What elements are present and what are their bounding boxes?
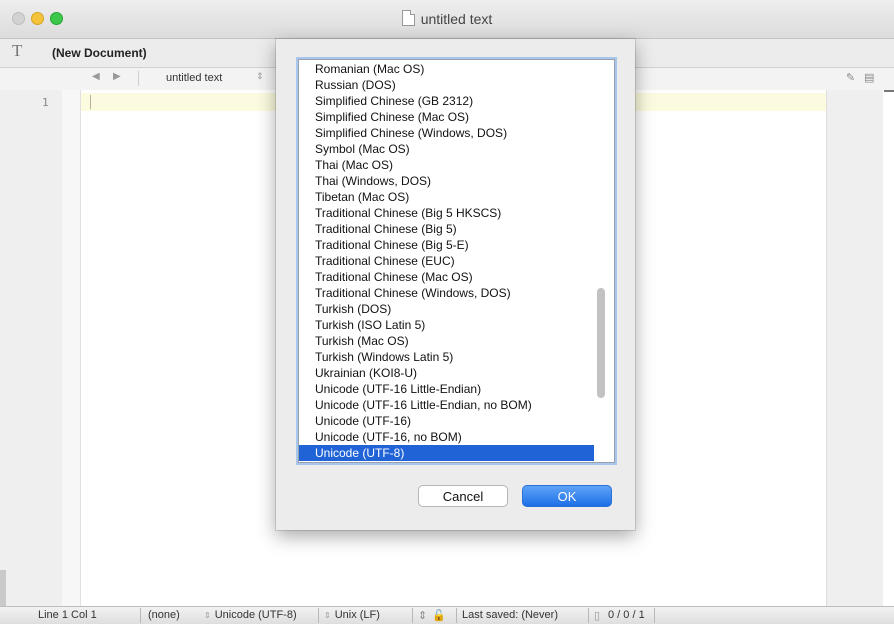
chevron-updown-icon[interactable]: ⇕ [418,609,427,622]
encoding-list-item[interactable]: Traditional Chinese (Big 5) [299,221,594,237]
cancel-button[interactable]: Cancel [418,485,508,507]
encoding-list-item[interactable]: Traditional Chinese (Big 5 HKSCS) [299,205,594,221]
encoding-sheet: Romanian (Mac OS) Russian (DOS) Simplified… [276,39,635,530]
divider [456,608,457,623]
ok-button[interactable]: OK [522,485,612,507]
encoding-label: Unicode (UTF-8) [214,609,297,621]
encoding-popup[interactable]: ⇕ Unicode (UTF-8) [204,609,297,621]
divider [654,608,655,623]
encoding-list-item[interactable]: Unicode (UTF-16 Little-Endian, no BOM) [299,397,594,413]
encoding-list-item[interactable]: Thai (Windows, DOS) [299,173,594,189]
list-scrollbar-thumb[interactable] [597,288,605,398]
divider [140,608,141,623]
encoding-list-item[interactable]: Unicode (UTF-16 Little-Endian) [299,381,594,397]
pencil-icon[interactable]: ✎ [846,71,855,84]
cursor-position[interactable]: Line 1 Col 1 [38,609,97,621]
line-endings-label: Unix (LF) [334,609,380,621]
encoding-list-item[interactable]: Thai (Mac OS) [299,157,594,173]
divider [412,608,413,623]
encoding-list-item[interactable]: Turkish (ISO Latin 5) [299,317,594,333]
scroll-indicator[interactable] [884,90,894,92]
chevron-updown-icon: ⇕ [204,611,211,620]
fold-strip [62,90,81,606]
encoding-list-item[interactable]: Russian (DOS) [299,77,594,93]
last-saved-status: Last saved: (Never) [462,609,558,621]
line-number: 1 [42,96,49,109]
chevron-updown-icon[interactable]: ⇕ [256,71,264,82]
encoding-list-item[interactable]: Turkish (DOS) [299,301,594,317]
divider [138,71,139,86]
back-arrow-icon[interactable]: ◀ [92,71,100,82]
divider [588,608,589,623]
line-endings-popup[interactable]: ⇕ Unix (LF) [324,609,380,621]
encoding-list-item[interactable]: Simplified Chinese (Windows, DOS) [299,125,594,141]
lock-icon[interactable]: 🔓 [432,609,446,622]
encoding-list-item[interactable]: Traditional Chinese (Mac OS) [299,269,594,285]
encoding-list-item[interactable]: Traditional Chinese (Big 5-E) [299,237,594,253]
file-name-popup[interactable]: untitled text [166,72,222,84]
document-label: (New Document) [52,46,147,60]
status-bar: Line 1 Col 1 (none) ⇕ Unicode (UTF-8) ⇕ Un… [0,606,894,624]
text-type-icon[interactable]: T [12,41,22,61]
document-counts[interactable]: 0 / 0 / 1 [608,609,645,621]
forward-arrow-icon[interactable]: ▶ [113,71,121,82]
text-caret [90,95,91,109]
encoding-list-item[interactable]: Simplified Chinese (GB 2312) [299,93,594,109]
document-menu-icon[interactable]: ▤ [864,71,874,84]
document-icon [401,10,415,26]
encoding-list[interactable]: Romanian (Mac OS) Russian (DOS) Simplified… [298,59,615,463]
language-popup[interactable]: (none) [148,609,180,621]
window-title-group: untitled text [0,10,894,27]
document-stats-icon: ▯ [594,610,601,622]
encoding-list-item[interactable]: Traditional Chinese (EUC) [299,253,594,269]
encoding-list-item[interactable]: Unicode (UTF-8) [299,445,594,461]
encoding-list-item[interactable]: Symbol (Mac OS) [299,141,594,157]
encoding-list-item[interactable]: Turkish (Mac OS) [299,333,594,349]
encoding-list-item[interactable]: Simplified Chinese (Mac OS) [299,109,594,125]
window-title: untitled text [420,11,493,27]
right-margin-area [826,90,883,606]
encoding-list-item[interactable]: Unicode (UTF-16) [299,413,594,429]
encoding-list-item[interactable]: Traditional Chinese (Windows, DOS) [299,285,594,301]
encoding-list-item[interactable]: Tibetan (Mac OS) [299,189,594,205]
encoding-list-item[interactable]: Romanian (Mac OS) [299,61,594,77]
divider [318,608,319,623]
line-number-gutter: 1 [0,90,63,606]
encoding-list-item[interactable]: Turkish (Windows Latin 5) [299,349,594,365]
chevron-updown-icon: ⇕ [324,611,331,620]
resize-edge [0,570,6,606]
encoding-list-item[interactable]: Ukrainian (KOI8-U) [299,365,594,381]
title-bar: untitled text [0,0,894,39]
encoding-list-item[interactable]: Unicode (UTF-16, no BOM) [299,429,594,445]
